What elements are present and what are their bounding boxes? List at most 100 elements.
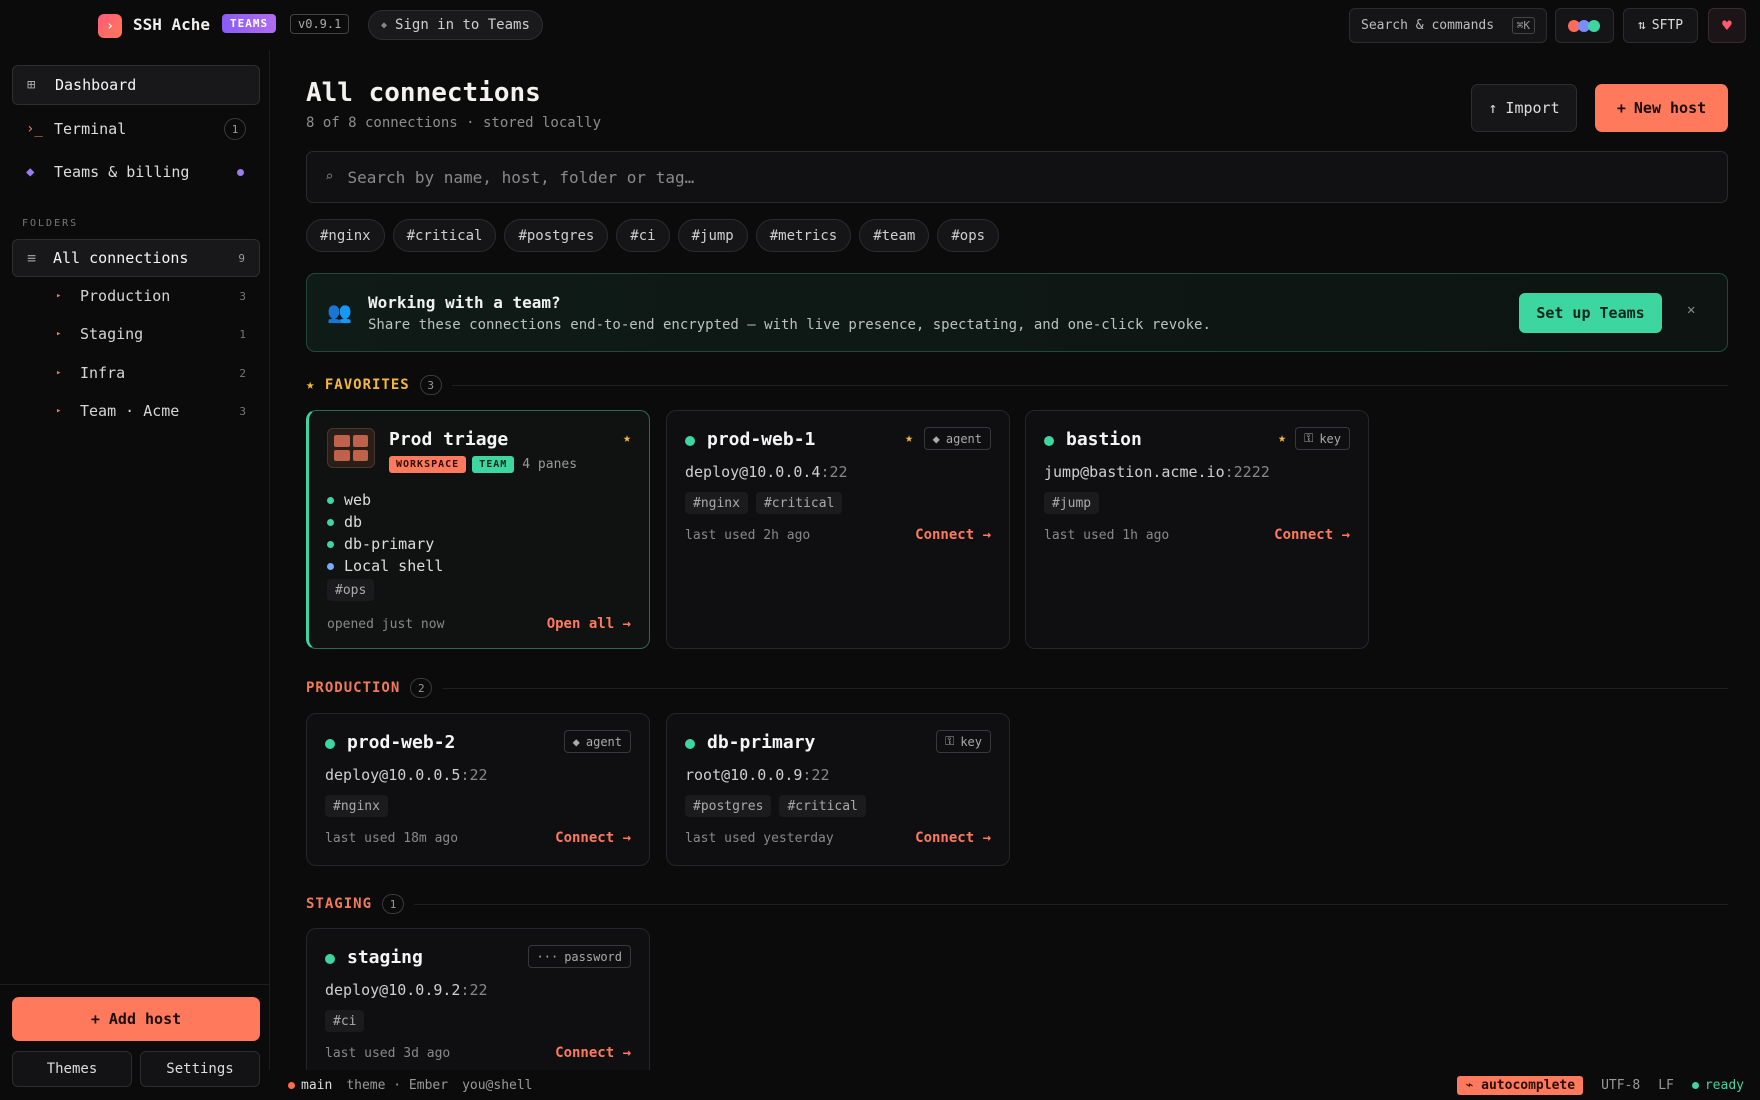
diamond-icon: ◆ [381,19,388,31]
chevron-right-icon: ▸ [56,291,62,301]
status-dot [327,496,334,504]
heart-icon: ♥ [1722,16,1732,35]
diamond-icon: ◆ [932,431,940,446]
import-label: Import [1505,99,1560,117]
team-badge: TEAM [472,456,515,473]
password-icon: ··· [536,949,559,964]
command-search-label: Search & commands [1361,18,1495,33]
section-label: STAGING [306,896,373,912]
folder-production[interactable]: ▸ Production 3 [12,278,260,314]
close-icon[interactable]: ✕ [1687,302,1695,318]
sidebar-item-dashboard[interactable]: ⊞ Dashboard [12,65,260,105]
host-name: staging [347,947,423,968]
grid-icon: ⊞ [27,77,36,93]
folder-infra[interactable]: ▸ Infra 2 [12,355,260,391]
auth-method-badge: ⚿ key [1295,427,1350,450]
folders-heading: FOLDERS [22,218,79,229]
pane-list: web db db-primary Local shell [327,489,443,577]
pane-item: Local shell [327,555,443,577]
tag-filter-chip[interactable]: #metrics [755,219,852,252]
folder-staging[interactable]: ▸ Staging 1 [12,316,260,352]
host-card-prod-web-2[interactable]: prod-web-2 ◆ agent deploy@10.0.0.5:22 #ng… [306,713,650,866]
pane-item: db-primary [327,533,443,555]
connect-button[interactable]: Connect → [555,1045,631,1061]
last-used: last used 1h ago [1044,528,1170,543]
connect-button[interactable]: Connect → [1274,527,1350,543]
pane-item: db [327,511,443,533]
star-icon[interactable]: ★ [905,431,913,446]
theme-indicator[interactable]: theme · Ember [346,1078,448,1093]
tag-filter-chip[interactable]: #ops [937,219,1000,252]
diamond-icon: ◆ [26,164,35,180]
host-card-prod-web-1[interactable]: prod-web-1 ★ ◆ agent deploy@10.0.0.4:22 #… [666,410,1010,649]
diamond-icon: ◆ [572,734,580,749]
last-used: last used 3d ago [325,1046,451,1061]
settings-button[interactable]: Settings [140,1051,260,1087]
arrow-up-icon: ↑ [1488,99,1498,117]
host-card-bastion[interactable]: bastion ★ ⚿ key jump@bastion.acme.io:2222… [1025,410,1369,649]
opened-time: opened just now [327,617,445,632]
sidebar-item-terminal[interactable]: ›_ Terminal 1 [12,109,260,149]
sidebar-item-label: Dashboard [55,76,137,94]
banner-description: Share these connections end-to-end encry… [368,317,1211,333]
host-address: deploy@10.0.0.4:22 [685,463,848,481]
import-button[interactable]: ↑ Import [1471,84,1577,132]
section-count: 1 [382,894,405,914]
search-input[interactable] [347,167,1648,187]
status-dot [1044,436,1054,446]
sponsor-heart-button[interactable]: ♥ [1708,8,1746,43]
folder-label: Team · Acme [80,402,180,420]
branch-indicator[interactable]: main [288,1078,332,1093]
auth-method-badge: ◆ agent [923,427,991,450]
open-all-button[interactable]: Open all → [547,616,631,632]
encoding-indicator: UTF-8 [1601,1077,1641,1093]
last-used: last used 2h ago [685,528,811,543]
workspace-card-prod-triage[interactable]: Prod triage ★ WORKSPACE TEAM 4 panes web… [306,410,650,649]
folder-all-connections[interactable]: ≡ All connections 9 [12,239,260,277]
last-used: last used yesterday [685,831,834,846]
tag-chip: #nginx [325,795,388,817]
add-host-button[interactable]: + Add host [12,997,260,1041]
shortcut-badge: ⌘K [1511,17,1535,34]
command-search-button[interactable]: Search & commands ⌘K [1349,8,1547,43]
list-icon: ≡ [27,249,37,267]
autocomplete-badge[interactable]: ⌁ autocomplete [1457,1075,1584,1095]
workspace-badge: WORKSPACE [389,456,467,473]
host-tags: #postgres #critical [685,795,866,817]
tag-filter-chip[interactable]: #jump [677,219,748,252]
folder-team-acme[interactable]: ▸ Team · Acme 3 [12,393,260,429]
tag-filter-chip[interactable]: #postgres [504,219,609,252]
sftp-label: SFTP [1651,18,1684,33]
section-production: PRODUCTION 2 [306,678,1728,698]
theme-switcher-button[interactable] [1555,8,1614,43]
auth-method-badge: ◆ agent [563,730,631,753]
new-host-button[interactable]: + New host [1595,84,1728,132]
tag-filter-chip[interactable]: #team [859,219,930,252]
section-count: 2 [410,678,433,698]
host-tags: #jump [1044,492,1100,514]
themes-button[interactable]: Themes [12,1051,132,1087]
tag-filter-chip[interactable]: #ci [616,219,670,252]
sidebar-item-label: Terminal [54,120,127,138]
connect-button[interactable]: Connect → [555,830,631,846]
folder-label: Staging [80,325,144,343]
star-icon[interactable]: ★ [1278,431,1286,446]
tag-filter-chip[interactable]: #nginx [306,219,385,252]
sidebar-divider [0,984,270,985]
tag-filter-chip[interactable]: #critical [392,219,497,252]
connect-button[interactable]: Connect → [915,527,991,543]
star-icon[interactable]: ★ [623,431,631,446]
signin-teams-button[interactable]: ◆ Sign in to Teams [368,10,543,40]
host-card-staging[interactable]: staging ··· password deploy@10.0.9.2:22 #… [306,928,650,1070]
connect-button[interactable]: Connect → [915,830,991,846]
section-count: 3 [419,375,442,395]
sidebar-item-teams-billing[interactable]: ◆ Teams & billing [12,152,260,192]
sidebar-item-label: Teams & billing [54,163,190,181]
setup-teams-button[interactable]: Set up Teams [1519,293,1662,333]
host-card-db-primary[interactable]: db-primary ⚿ key root@10.0.0.9:22 #postgr… [666,713,1010,866]
page-subtitle: 8 of 8 connections · stored locally [306,115,602,131]
search-box: ⌕ [306,151,1728,203]
section-staging: STAGING 1 [306,894,1728,914]
sftp-button[interactable]: ⇅ SFTP [1623,8,1698,43]
folder-count: 3 [239,404,246,418]
